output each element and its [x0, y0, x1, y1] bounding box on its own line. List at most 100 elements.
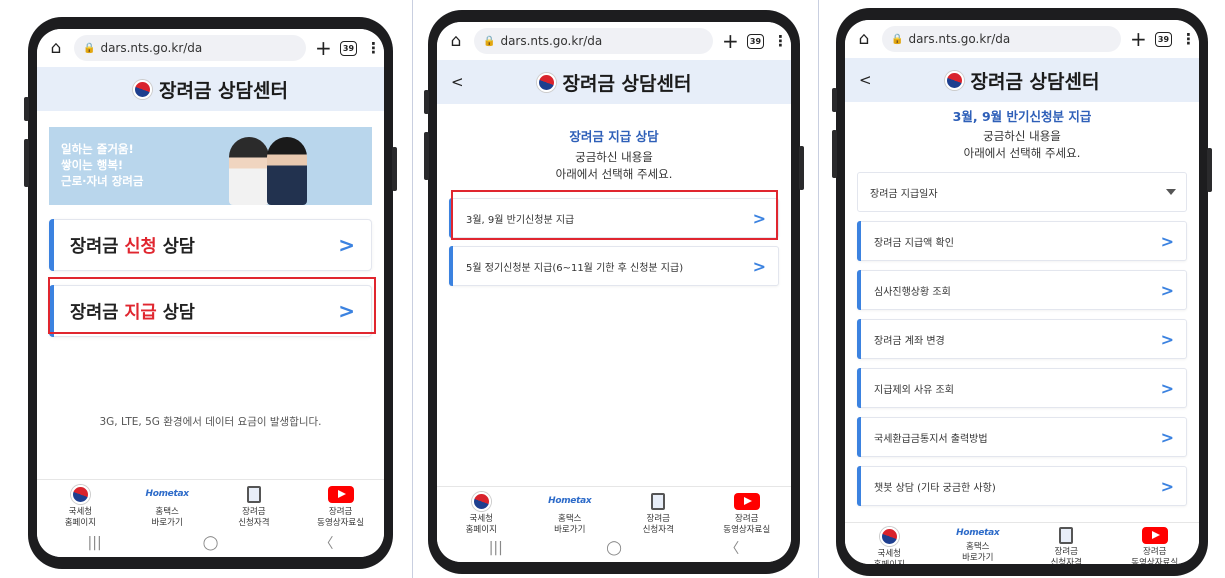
item-label: 장려금 지급액 확인	[874, 237, 954, 249]
back-arrow-icon[interactable]: <	[451, 73, 464, 91]
hometax-icon: Hometax	[548, 496, 592, 506]
new-tab-icon[interactable]: +	[315, 36, 332, 60]
nav-video-library[interactable]: 장려금 동영상자료실	[703, 487, 792, 538]
payment-date-dropdown[interactable]: 장려금 지급일자	[857, 172, 1187, 212]
page-title: 장려금 상담센터	[536, 69, 691, 96]
list-item[interactable]: 지급제외 사유 조회 >	[857, 368, 1187, 408]
document-icon	[246, 485, 261, 503]
tab-count-button[interactable]: 39	[340, 40, 357, 56]
list-item[interactable]: 심사진행상황 조회 >	[857, 270, 1187, 310]
tab-count-button[interactable]: 39	[1155, 31, 1172, 47]
chevron-right-icon: >	[1160, 329, 1174, 349]
address-bar[interactable]: 🔒 dars.nts.go.kr/da	[474, 28, 713, 54]
chevron-right-icon: >	[1160, 378, 1174, 398]
nav-video-library[interactable]: 장려금 동영상자료실	[297, 480, 384, 531]
nav-video-library[interactable]: 장려금 동영상자료실	[1111, 523, 1200, 564]
banner-person-image	[267, 137, 307, 205]
volume-button	[24, 139, 29, 187]
screenshot-collage: ⌂ 🔒 dars.nts.go.kr/da + 39 ⋮ 장려금 상담센터 일하…	[0, 0, 1225, 578]
youtube-icon	[733, 492, 760, 510]
list-item[interactable]: 국세환급금통지서 출력방법 >	[857, 417, 1187, 457]
lock-icon: 🔒	[483, 35, 496, 47]
phone-2-screen: ⌂ 🔒 dars.nts.go.kr/da + 39 ⋮ < 장려금 상담센터 …	[437, 22, 791, 562]
url-text: dars.nts.go.kr/da	[500, 34, 603, 48]
home-icon[interactable]: ⌂	[855, 29, 873, 49]
recents-icon[interactable]: |||	[489, 540, 503, 556]
document-icon	[1059, 527, 1074, 544]
nts-logo-icon	[944, 70, 964, 90]
data-charge-notice: 3G, LTE, 5G 환경에서 데이터 요금이 발생합니다.	[99, 416, 322, 428]
section-title: 장려금 지급 상담	[569, 129, 659, 144]
home-button-icon[interactable]: ◯	[606, 540, 622, 556]
back-icon[interactable]: 〈	[725, 538, 739, 558]
more-menu-icon[interactable]: ⋮	[366, 39, 381, 57]
new-tab-icon[interactable]: +	[722, 29, 739, 53]
address-bar[interactable]: 🔒 dars.nts.go.kr/da	[74, 35, 306, 61]
recents-icon[interactable]: |||	[88, 535, 102, 551]
phone-3-screen: ⌂ 🔒 dars.nts.go.kr/da + 39 ⋮ < 장려금 상담센터 …	[845, 20, 1199, 564]
apply-consultation-button[interactable]: 장려금 신청 상담 >	[49, 219, 372, 271]
nts-logo-icon	[879, 527, 899, 546]
tab-count-button[interactable]: 39	[747, 33, 764, 49]
nav-nts-homepage[interactable]: 국세청홈페이지	[437, 487, 526, 538]
volume-button	[24, 97, 29, 121]
nav-eligibility[interactable]: 장려금 신청자격	[1022, 523, 1111, 564]
phone-3: ⌂ 🔒 dars.nts.go.kr/da + 39 ⋮ < 장려금 상담센터 …	[832, 8, 1212, 576]
list-item[interactable]: 챗봇 상담 (기타 궁금한 사항) >	[857, 466, 1187, 506]
nav-nts-homepage[interactable]: 국세청홈페이지	[845, 523, 934, 564]
back-arrow-icon[interactable]: <	[859, 71, 872, 89]
list-item[interactable]: 5월 정기신청분 지급(6~11월 기한 후 신청분 지급) >	[449, 246, 779, 286]
bottom-nav: 국세청홈페이지 Hometax 홈택스바로가기 장려금신청자격 장려금동영상자료…	[437, 486, 791, 538]
item-accent-bar	[857, 270, 861, 310]
list-item[interactable]: 장려금 계좌 변경 >	[857, 319, 1187, 359]
hometax-icon: Hometax	[145, 489, 189, 499]
system-nav-bar: ||| ◯ 〈	[437, 534, 791, 562]
url-text: dars.nts.go.kr/da	[100, 41, 203, 55]
item-label: 챗봇 상담 (기타 궁금한 사항)	[874, 482, 996, 494]
volume-button	[424, 132, 429, 180]
nav-eligibility[interactable]: 장려금 신청자격	[211, 480, 298, 531]
section-title: 3월, 9월 반기신청분 지급	[952, 109, 1092, 124]
volume-button	[832, 130, 837, 178]
promo-banner[interactable]: 일하는 즐거움! 쌓이는 행복! 근로·자녀 장려금	[49, 127, 372, 205]
address-bar[interactable]: 🔒 dars.nts.go.kr/da	[882, 26, 1121, 52]
volume-button	[424, 90, 429, 114]
item-accent-bar	[857, 319, 861, 359]
item-label: 장려금 계좌 변경	[874, 335, 945, 347]
back-icon[interactable]: 〈	[319, 533, 333, 553]
lock-icon: 🔒	[891, 33, 904, 45]
nav-eligibility[interactable]: 장려금 신청자격	[614, 487, 703, 538]
browser-toolbar: ⌂ 🔒 dars.nts.go.kr/da + 39 ⋮	[845, 20, 1199, 58]
home-icon[interactable]: ⌂	[447, 31, 465, 51]
item-label: 심사진행상황 조회	[874, 286, 951, 298]
item-accent-bar	[49, 219, 54, 271]
app-header: < 장려금 상담센터	[845, 58, 1199, 102]
item-accent-bar	[857, 368, 861, 408]
more-menu-icon[interactable]: ⋮	[773, 32, 788, 50]
new-tab-icon[interactable]: +	[1130, 27, 1147, 51]
volume-button	[832, 88, 837, 112]
more-menu-icon[interactable]: ⋮	[1181, 30, 1196, 48]
nav-hometax[interactable]: Hometax 홈택스 바로가기	[934, 523, 1023, 564]
page-title: 장려금 상담센터	[944, 67, 1099, 94]
item-accent-bar	[857, 417, 861, 457]
nts-logo-icon	[133, 79, 152, 99]
app-header: < 장려금 상담센터	[437, 60, 791, 104]
bottom-nav: 국세청홈페이지 Hometax 홈택스바로가기 장려금신청자격 장려금동영상자료…	[845, 522, 1199, 564]
chevron-right-icon: >	[1160, 280, 1174, 300]
nav-hometax[interactable]: Hometax 홈택스 바로가기	[124, 480, 211, 531]
list-item[interactable]: 장려금 지급액 확인 >	[857, 221, 1187, 261]
caret-down-icon	[1166, 189, 1176, 195]
nav-nts-homepage[interactable]: 국세청홈페이지	[37, 480, 124, 531]
item-label: 장려금 신청 상담	[70, 236, 195, 257]
home-icon[interactable]: ⌂	[47, 38, 65, 58]
home-button-icon[interactable]: ◯	[203, 535, 219, 551]
highlight-box	[48, 277, 376, 334]
panel-divider	[412, 0, 413, 578]
panel-divider	[818, 0, 819, 578]
chevron-right-icon: >	[1160, 231, 1174, 251]
banner-text: 일하는 즐거움! 쌓이는 행복! 근로·자녀 장려금	[61, 142, 144, 188]
browser-toolbar: ⌂ 🔒 dars.nts.go.kr/da + 39 ⋮	[437, 22, 791, 60]
nav-hometax[interactable]: Hometax 홈택스 바로가기	[526, 487, 615, 538]
youtube-icon	[327, 485, 354, 503]
